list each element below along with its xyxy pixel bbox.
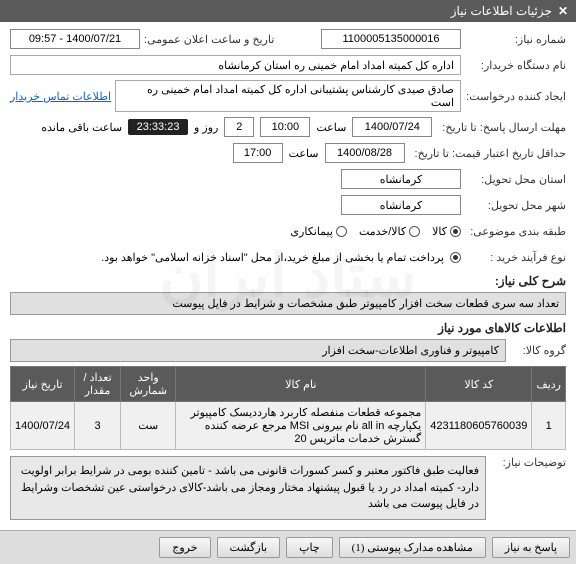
group-label: گروه کالا: [506, 344, 566, 357]
radio-contract[interactable]: پیمانکاری [290, 225, 347, 238]
cell-code: 4231180605760039 [426, 402, 532, 450]
notes-box: فعالیت طبق فاکتور معتبر و کسر کسورات قان… [10, 456, 486, 520]
buyer-value: اداره کل کمیته امداد امام خمینی ره استان… [10, 55, 461, 75]
footer-buttons: پاسخ به نیاز مشاهده مدارک پیوستی (1) چاپ… [0, 530, 576, 564]
cell-idx: 1 [532, 402, 566, 450]
time-label-2: ساعت [289, 147, 319, 160]
back-button[interactable]: بازگشت [217, 537, 281, 558]
deadline-label: مهلت ارسال پاسخ: تا تاریخ: [438, 121, 566, 134]
window-header: ✕ جزئیات اطلاعات نیاز [0, 0, 576, 22]
radio-service[interactable]: کالا/خدمت [359, 225, 420, 238]
creator-value: صادق صیدی کارشناس پشتیبانی اداره کل کمیت… [115, 80, 461, 112]
creator-label: ایجاد کننده درخواست: [461, 90, 566, 103]
desc-title: شرح کلی نیاز: [10, 274, 566, 288]
th-code: کد کالا [426, 367, 532, 402]
th-idx: ردیف [532, 367, 566, 402]
days-remaining: 2 [224, 117, 254, 137]
city-value: کرمانشاه [341, 195, 461, 215]
contact-link[interactable]: اطلاعات تماس خریدار [10, 90, 111, 103]
need-no-value: 1100005135000016 [321, 29, 461, 49]
cell-unit: ست [121, 402, 176, 450]
cell-qty: 3 [75, 402, 121, 450]
days-label: روز و [194, 121, 218, 134]
print-button[interactable]: چاپ [286, 537, 333, 558]
deadline-time: 10:00 [260, 117, 310, 137]
answer-button[interactable]: پاسخ به نیاز [492, 537, 570, 558]
group-value: کامپیوتر و فناوری اطلاعات-سخت افزار [10, 339, 506, 362]
goods-table: ردیف کد کالا نام کالا واحد شمارش تعداد /… [10, 366, 566, 450]
announce-value: 1400/07/21 - 09:57 [10, 29, 140, 49]
category-label: طبقه بندی موضوعی: [461, 225, 566, 238]
close-icon[interactable]: ✕ [558, 4, 568, 18]
deadline-date: 1400/07/24 [352, 117, 432, 137]
need-no-label: شماره نیاز: [461, 33, 566, 46]
time-label-1: ساعت [316, 121, 346, 134]
province-value: کرمانشاه [341, 169, 461, 189]
radio-goods[interactable]: کالا [432, 225, 461, 238]
th-qty: تعداد / مقدار [75, 367, 121, 402]
validity-label: حداقل تاریخ اعتبار قیمت: تا تاریخ: [411, 147, 566, 160]
th-name: نام کالا [176, 367, 426, 402]
window-title: جزئیات اطلاعات نیاز [451, 4, 552, 18]
goods-title: اطلاعات کالاهای مورد نیاز [10, 321, 566, 335]
notes-label: توضیحات نیاز: [486, 456, 566, 469]
exit-button[interactable]: خروج [159, 537, 210, 558]
validity-date: 1400/08/28 [325, 143, 405, 163]
city-label: شهر محل تحویل: [461, 199, 566, 212]
cell-date: 1400/07/24 [11, 402, 75, 450]
buyer-label: نام دستگاه خریدار: [461, 59, 566, 72]
th-unit: واحد شمارش [121, 367, 176, 402]
announce-label: تاریخ و ساعت اعلان عمومی: [140, 33, 274, 46]
province-label: استان محل تحویل: [461, 173, 566, 186]
process-label: نوع فرآیند خرید : [461, 251, 566, 264]
attachments-button[interactable]: مشاهده مدارک پیوستی (1) [339, 537, 486, 558]
cell-name: مجموعه قطعات منفصله کاربرد هارددیسک کامپ… [176, 402, 426, 450]
process-text: پرداخت تمام یا بخشی از مبلغ خرید،از محل … [101, 251, 444, 264]
countdown-timer: 23:33:23 [128, 119, 188, 135]
table-row: 1 4231180605760039 مجموعه قطعات منفصله ک… [11, 402, 566, 450]
desc-box: تعداد سه سری قطعات سخت افزار کامپیوتر طب… [10, 292, 566, 315]
category-radios: کالا کالا/خدمت پیمانکاری [290, 225, 461, 238]
th-date: تاریخ نیاز [11, 367, 75, 402]
remaining-suffix: ساعت باقی مانده [41, 121, 122, 134]
process-radio[interactable] [450, 252, 461, 263]
validity-time: 17:00 [233, 143, 283, 163]
